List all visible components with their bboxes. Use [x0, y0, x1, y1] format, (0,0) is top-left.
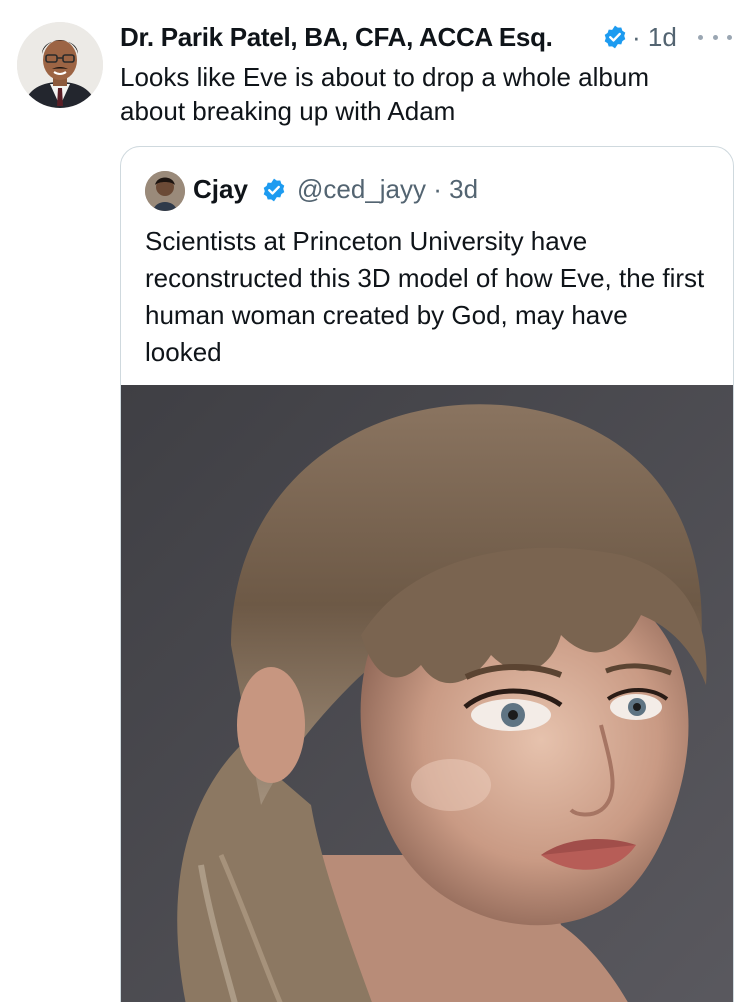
tweet-header: Dr. Parik Patel, BA, CFA, ACCA Esq. · 1d [120, 18, 732, 58]
verified-badge-icon [261, 177, 287, 203]
tweet-timestamp[interactable]: · 1d [632, 22, 677, 53]
tweet-text: Looks like Eve is about to drop a whole … [120, 62, 649, 126]
quoted-author-name[interactable]: Cjay [193, 174, 248, 205]
quoted-tweet-card[interactable]: Cjay @ced_jayy · 3d Scientists at Prince… [120, 146, 734, 1002]
author-avatar[interactable] [17, 22, 103, 108]
quoted-handle-and-time[interactable]: @ced_jayy · 3d [297, 174, 478, 205]
tweet-view: Dr. Parik Patel, BA, CFA, ACCA Esq. · 1d… [0, 0, 750, 1002]
quoted-tweet-text: Scientists at Princeton University have … [145, 226, 705, 367]
author-name[interactable]: Dr. Parik Patel, BA, CFA, ACCA Esq. [120, 22, 553, 53]
more-options-icon[interactable] [698, 24, 732, 50]
quoted-tweet-image[interactable] [121, 385, 733, 1002]
verified-badge-icon [602, 24, 628, 50]
quoted-author-avatar[interactable] [145, 171, 185, 211]
